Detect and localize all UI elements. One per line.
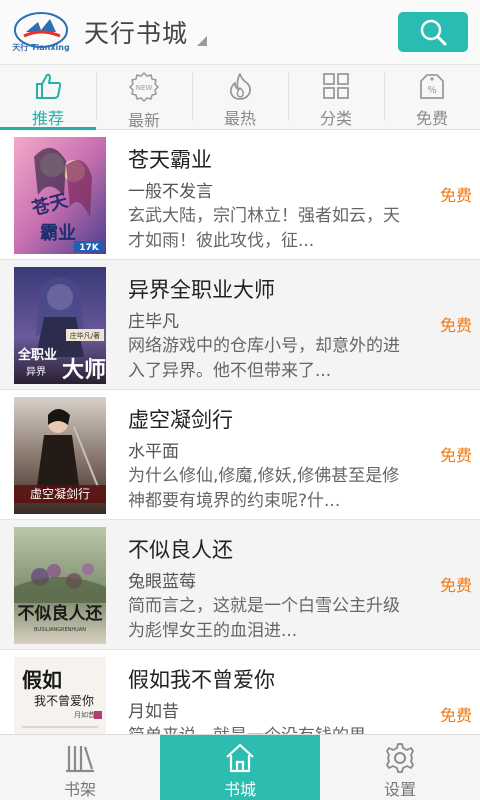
book-title: 假如我不曾爱你 bbox=[128, 668, 275, 692]
book-title: 虚空凝剑行 bbox=[128, 408, 233, 432]
svg-text:NEW: NEW bbox=[136, 84, 153, 92]
gear-icon bbox=[383, 741, 417, 775]
new-badge-icon: NEW bbox=[128, 71, 160, 103]
book-author: 水平面 bbox=[128, 442, 179, 462]
svg-text:月如昔: 月如昔 bbox=[74, 710, 95, 719]
book-list-item[interactable]: 虚空凝剑行 虚空凝剑行 水平面 为什么修仙,修魔,修妖,修佛甚至是修神都要有境界… bbox=[0, 390, 480, 520]
svg-text:虚空凝剑行: 虚空凝剑行 bbox=[30, 486, 90, 501]
app-title: 天行书城 bbox=[84, 19, 189, 48]
category-tabs: 推荐 NEW 最新 最热 分类 % 免费 bbox=[0, 64, 480, 130]
book-price-badge: 免费 bbox=[439, 576, 472, 595]
book-price-badge: 免费 bbox=[439, 186, 472, 205]
svg-text:异界: 异界 bbox=[26, 366, 46, 378]
nav-bookstore[interactable]: 书城 bbox=[160, 735, 320, 800]
tab-hottest[interactable]: 最热 bbox=[192, 65, 288, 129]
book-cover: 不似良人还 BUSILIANGRENHUAN bbox=[14, 527, 106, 644]
book-list-item[interactable]: 假如 我不曾爱你 月如昔 假如我不曾爱你 月如昔 简单来说，就是一个没有钱的男.… bbox=[0, 650, 480, 734]
book-list-item[interactable]: 不似良人还 BUSILIANGRENHUAN 不似良人还 兔眼蓝莓 简而言之，这… bbox=[0, 520, 480, 650]
book-cover: 假如 我不曾爱你 月如昔 bbox=[14, 657, 106, 734]
tab-categories[interactable]: 分类 bbox=[288, 65, 384, 129]
book-price-badge: 免费 bbox=[439, 446, 472, 465]
book-list-item[interactable]: 庄毕凡/著 全职业 大师 异界 异界全职业大师 庄毕凡 网络游戏中的仓库小号，却… bbox=[0, 260, 480, 390]
search-button[interactable] bbox=[398, 12, 468, 52]
grid-icon bbox=[320, 71, 352, 101]
app-header: 天行 Tianxing 天行书城 bbox=[0, 0, 480, 64]
bottom-navigation: 书架 书城 设置 bbox=[0, 734, 480, 800]
svg-text:不似良人还: 不似良人还 bbox=[18, 603, 104, 624]
nav-label: 书城 bbox=[223, 780, 256, 799]
nav-bookshelf[interactable]: 书架 bbox=[0, 735, 160, 800]
title-dropdown-caret-icon[interactable] bbox=[197, 36, 207, 46]
tab-label: 最热 bbox=[223, 109, 256, 128]
flame-icon bbox=[224, 71, 256, 101]
percent-tag-icon: % bbox=[416, 71, 448, 101]
book-cover: 虚空凝剑行 bbox=[14, 397, 106, 514]
book-description: 简单来说，就是一个没有钱的男... bbox=[128, 724, 408, 734]
book-author: 兔眼蓝莓 bbox=[128, 572, 196, 592]
search-icon bbox=[420, 19, 447, 46]
tab-label: 最新 bbox=[127, 111, 160, 130]
svg-text:大师: 大师 bbox=[62, 357, 106, 383]
book-list-item[interactable]: 苍天 霸业 17K 苍天霸业 一般不发言 玄武大陆，宗门林立！强者如云，天才如雨… bbox=[0, 130, 480, 260]
book-author: 一般不发言 bbox=[128, 182, 213, 202]
nav-settings[interactable]: 设置 bbox=[320, 735, 480, 800]
thumbs-up-icon bbox=[32, 71, 64, 101]
nav-label: 设置 bbox=[383, 780, 416, 799]
book-title: 不似良人还 bbox=[128, 538, 233, 562]
svg-text:假如: 假如 bbox=[22, 668, 62, 692]
book-cover: 苍天 霸业 17K bbox=[14, 137, 106, 254]
tab-label: 免费 bbox=[415, 109, 448, 128]
tab-label: 推荐 bbox=[31, 109, 64, 128]
book-description: 为什么修仙,修魔,修妖,修佛甚至是修神都要有境界的约束呢?什... bbox=[128, 466, 400, 511]
svg-text:%: % bbox=[427, 85, 437, 96]
svg-text:BUSILIANGRENHUAN: BUSILIANGRENHUAN bbox=[34, 627, 86, 633]
book-description: 简而言之，这就是一个白雪公主升级为彪悍女王的血泪进... bbox=[128, 596, 400, 641]
nav-label: 书架 bbox=[63, 780, 96, 799]
svg-text:全职业: 全职业 bbox=[17, 347, 57, 363]
svg-text:庄毕凡/著: 庄毕凡/著 bbox=[70, 331, 100, 340]
book-list: 苍天 霸业 17K 苍天霸业 一般不发言 玄武大陆，宗门林立！强者如云，天才如雨… bbox=[0, 130, 480, 734]
book-title: 苍天霸业 bbox=[128, 148, 212, 172]
book-cover: 庄毕凡/著 全职业 大师 异界 bbox=[14, 267, 106, 384]
tianxing-logo: 天行 Tianxing bbox=[10, 10, 72, 54]
home-icon bbox=[223, 741, 257, 775]
tab-latest[interactable]: NEW 最新 bbox=[96, 65, 192, 130]
svg-text:天行 Tianxing: 天行 Tianxing bbox=[12, 42, 70, 52]
svg-text:我不曾爱你: 我不曾爱你 bbox=[34, 694, 94, 708]
svg-text:霸业: 霸业 bbox=[40, 223, 76, 244]
tab-recommended[interactable]: 推荐 bbox=[0, 65, 96, 130]
bookshelf-icon bbox=[63, 741, 97, 775]
tab-label: 分类 bbox=[319, 109, 352, 128]
book-title: 异界全职业大师 bbox=[128, 278, 275, 302]
book-author: 月如昔 bbox=[128, 702, 179, 722]
book-description: 网络游戏中的仓库小号，却意外的进入了异界。他不但带来了... bbox=[128, 336, 400, 381]
tab-free[interactable]: % 免费 bbox=[384, 65, 480, 129]
book-price-badge: 免费 bbox=[439, 316, 472, 335]
book-author: 庄毕凡 bbox=[128, 312, 179, 332]
svg-text:17K: 17K bbox=[79, 243, 100, 253]
book-description: 玄武大陆，宗门林立！强者如云，天才如雨！彼此攻伐，征... bbox=[128, 206, 400, 251]
book-price-badge: 免费 bbox=[439, 706, 472, 725]
